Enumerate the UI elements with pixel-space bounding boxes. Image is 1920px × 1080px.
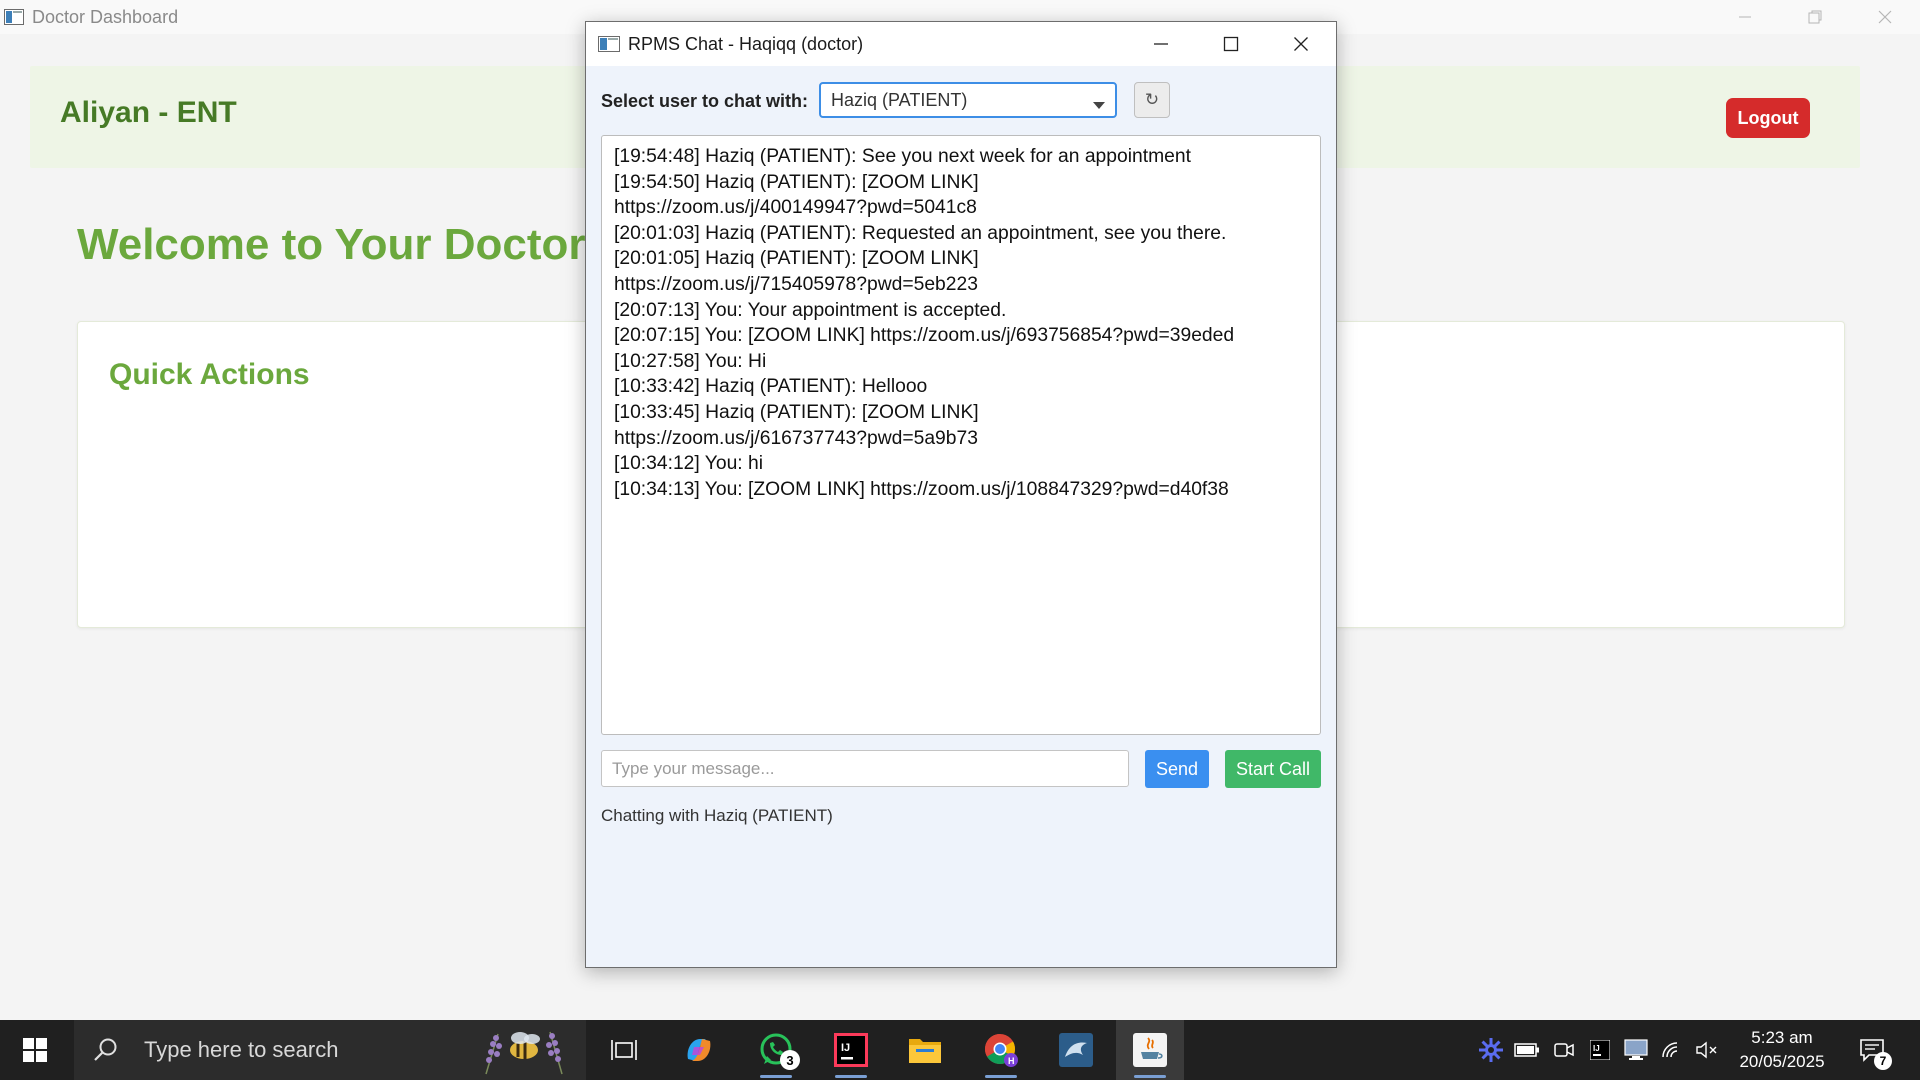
- maximize-icon: [1223, 36, 1239, 52]
- camera-icon: [1554, 1043, 1574, 1057]
- message-line: https://zoom.us/j/616737743?pwd=5a9b73: [614, 427, 978, 449]
- message-line: [10:33:42] Haziq (PATIENT): Hellooo: [614, 376, 928, 398]
- chat-window-title: RPMS Chat - Haqiqq (doctor): [628, 33, 864, 54]
- taskbar-search-box[interactable]: Type here to search: [74, 1020, 586, 1080]
- logout-button[interactable]: Logout: [1726, 98, 1810, 138]
- intellij-icon: IJ: [834, 1033, 868, 1067]
- minimize-icon: [1154, 43, 1168, 45]
- user-select-dropdown[interactable]: Haziq (PATIENT): [819, 82, 1117, 118]
- message-history[interactable]: [19:54:48] Haziq (PATIENT): See you next…: [601, 135, 1321, 735]
- start-call-button[interactable]: Start Call: [1225, 750, 1321, 788]
- notification-center-button[interactable]: 7: [1852, 1020, 1892, 1080]
- chevron-down-icon: [1093, 97, 1105, 115]
- message-line: [20:07:15] You: [ZOOM LINK] https://zoom…: [614, 325, 1235, 347]
- mysql-workbench-app[interactable]: [1042, 1020, 1110, 1080]
- svg-text:IJ: IJ: [1593, 1044, 1600, 1053]
- intellij-tray-icon: IJ: [1590, 1040, 1610, 1060]
- whatsapp-badge: 3: [780, 1050, 800, 1070]
- message-line: [19:54:48] Haziq (PATIENT): See you next…: [614, 146, 1191, 167]
- message-line: [10:34:13] You: [ZOOM LINK] https://zoom…: [614, 478, 1229, 500]
- tray-display[interactable]: [1618, 1020, 1654, 1080]
- refresh-button[interactable]: ↻: [1134, 82, 1170, 118]
- file-explorer-icon: [909, 1039, 941, 1063]
- window-app-icon: [4, 8, 24, 26]
- tray-battery[interactable]: [1509, 1020, 1545, 1080]
- refresh-icon: ↻: [1144, 90, 1160, 109]
- java-app[interactable]: [1116, 1020, 1184, 1080]
- search-icon: [92, 1035, 122, 1065]
- close-icon: [1878, 10, 1892, 24]
- message-line: https://zoom.us/j/715405978?pwd=5eb223: [614, 273, 978, 295]
- restore-button[interactable]: [1780, 0, 1850, 34]
- chat-close-button[interactable]: [1266, 22, 1336, 66]
- file-explorer-app[interactable]: [891, 1020, 959, 1080]
- wifi-icon: [1662, 1042, 1678, 1058]
- svg-text:IJ: IJ: [841, 1042, 850, 1054]
- doctor-name: Aliyan - ENT: [60, 96, 237, 129]
- window-app-icon: [598, 35, 620, 53]
- whatsapp-app[interactable]: 3: [742, 1020, 810, 1080]
- windows-start-icon: [23, 1038, 47, 1062]
- tray-volume[interactable]: [1689, 1020, 1725, 1080]
- tray-network[interactable]: [1654, 1020, 1690, 1080]
- task-view-button[interactable]: [590, 1020, 658, 1080]
- start-button[interactable]: [0, 1020, 70, 1080]
- copilot-app[interactable]: [665, 1020, 733, 1080]
- taskbar-clock[interactable]: 5:23 am 20/05/2025: [1722, 1026, 1842, 1074]
- svg-text:H: H: [1008, 1056, 1015, 1066]
- mysql-workbench-icon: [1059, 1033, 1093, 1067]
- clock-date: 20/05/2025: [1739, 1052, 1825, 1071]
- running-indicator: [835, 1075, 867, 1078]
- minimize-icon: [1739, 16, 1751, 18]
- chat-window: RPMS Chat - Haqiqq (doctor) Select user …: [585, 21, 1337, 968]
- restore-icon: [1808, 10, 1822, 24]
- running-indicator: [1134, 1075, 1166, 1078]
- message-line: [10:27:58] You: Hi: [614, 350, 767, 372]
- battery-icon: [1514, 1043, 1539, 1057]
- taskbar: Type here to search 3 IJ H IJ 5:23 am 20…: [0, 1020, 1920, 1080]
- message-line: https://zoom.us/j/400149947?pwd=5041c8: [614, 197, 977, 219]
- message-line: [20:01:03] Haziq (PATIENT): Requested an…: [614, 222, 1227, 244]
- clock-time: 5:23 am: [1751, 1028, 1813, 1047]
- message-input[interactable]: [601, 750, 1129, 787]
- tray-intellij[interactable]: IJ: [1582, 1020, 1618, 1080]
- chrome-icon: H: [984, 1034, 1018, 1067]
- selected-user: Haziq (PATIENT): [831, 89, 968, 110]
- java-icon: [1133, 1033, 1167, 1067]
- chat-status: Chatting with Haziq (PATIENT): [601, 806, 833, 825]
- close-icon: [1294, 37, 1308, 51]
- copilot-icon: [687, 1039, 711, 1061]
- tray-settings[interactable]: [1473, 1020, 1509, 1080]
- speaker-muted-icon: [1696, 1041, 1717, 1059]
- search-placeholder: Type here to search: [144, 1037, 339, 1062]
- lavender-bee-search-highlight-image: [485, 1031, 563, 1075]
- intellij-app[interactable]: IJ: [817, 1020, 885, 1080]
- quick-actions-title: Quick Actions: [109, 358, 310, 391]
- chat-minimize-button[interactable]: [1126, 22, 1196, 66]
- chat-titlebar[interactable]: RPMS Chat - Haqiqq (doctor): [586, 22, 1336, 66]
- settings-gear-icon: [1479, 1038, 1503, 1062]
- chat-maximize-button[interactable]: [1196, 22, 1266, 66]
- send-button[interactable]: Send: [1145, 750, 1209, 788]
- message-line: [20:01:05] Haziq (PATIENT): [ZOOM LINK]: [614, 248, 979, 270]
- message-line: [20:07:13] You: Your appointment is acce…: [614, 299, 1007, 321]
- message-line: [19:54:50] Haziq (PATIENT): [ZOOM LINK]: [614, 171, 979, 193]
- select-user-label: Select user to chat with:: [601, 91, 809, 111]
- minimize-button[interactable]: [1710, 0, 1780, 34]
- running-indicator: [760, 1075, 792, 1078]
- notification-count-badge: 7: [1874, 1052, 1892, 1070]
- close-button[interactable]: [1850, 0, 1920, 34]
- window-title: Doctor Dashboard: [32, 6, 179, 27]
- task-view-icon: [611, 1040, 637, 1060]
- chrome-app[interactable]: H: [967, 1020, 1035, 1080]
- display-icon: [1624, 1039, 1648, 1060]
- message-line: [10:33:45] Haziq (PATIENT): [ZOOM LINK]: [614, 401, 979, 423]
- message-line: [10:34:12] You: hi: [614, 453, 764, 475]
- tray-camera[interactable]: [1546, 1020, 1582, 1080]
- running-indicator: [985, 1075, 1017, 1078]
